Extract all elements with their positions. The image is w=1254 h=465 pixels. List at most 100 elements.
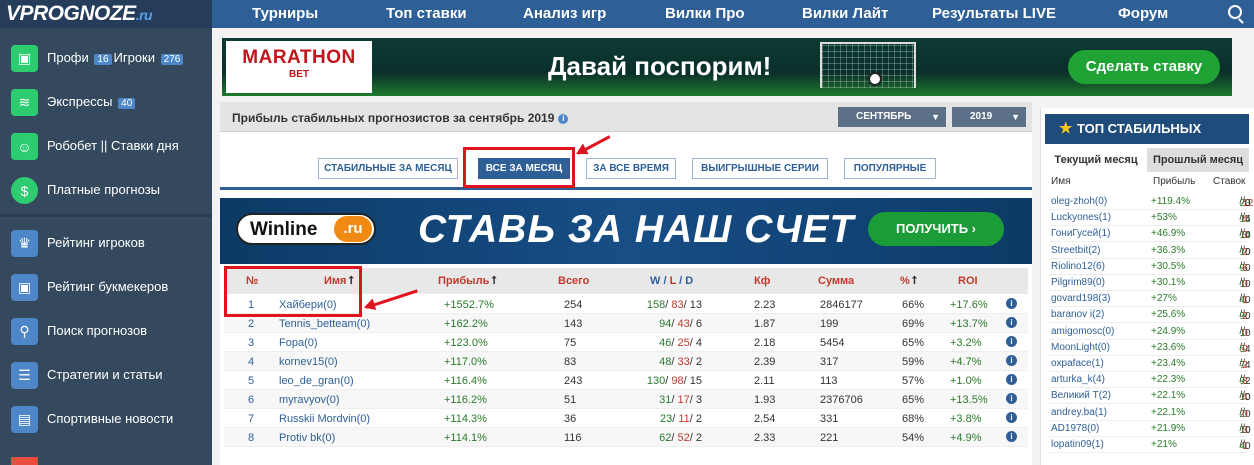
info-icon[interactable]: i xyxy=(1006,431,1017,442)
winline-banner[interactable]: Winline .ru СТАВЬ ЗА НАШ СЧЕТ ПОЛУЧИТЬ › xyxy=(220,198,1032,264)
tab-stable-month[interactable]: СТАБИЛЬНЫЕ ЗА МЕСЯЦ xyxy=(318,158,458,179)
player-link[interactable]: baranov i(2) xyxy=(1051,309,1104,320)
player-link[interactable]: Russkii Mordvin(0) xyxy=(279,413,370,425)
player-link[interactable]: MoonLight(0) xyxy=(1051,342,1110,353)
player-link[interactable]: AD1978(0) xyxy=(1051,423,1099,434)
pro-count-badge: 16 xyxy=(94,54,112,65)
list-item: MoonLight(0) +23.6% 5/0/4 xyxy=(1049,340,1251,356)
sum: 331 xyxy=(820,413,839,425)
info-icon[interactable]: i xyxy=(1006,317,1017,328)
col-wld[interactable]: W / L / D xyxy=(650,275,693,287)
kf: 2.23 xyxy=(754,299,776,311)
info-icon[interactable]: i xyxy=(558,113,569,124)
tab-all-time[interactable]: ЗА ВСЕ ВРЕМЯ xyxy=(586,158,676,179)
tab-popular[interactable]: ПОПУЛЯРНЫЕ xyxy=(844,158,936,179)
sidebar-item-pro[interactable]: ▣ Профи 16 Игроки 276 xyxy=(0,38,212,78)
rank: 8 xyxy=(248,432,255,444)
player-link[interactable]: Великий Т(2) xyxy=(1051,390,1111,401)
highlight-box xyxy=(463,147,575,188)
player-link[interactable]: oxpaface(1) xyxy=(1051,358,1104,369)
info-icon[interactable]: i xyxy=(1006,355,1017,366)
nav-forks-pro[interactable]: Вилки Про xyxy=(665,5,745,22)
wld: 48/ 33/ 2 xyxy=(659,356,702,368)
player-link[interactable]: arturka_k(4) xyxy=(1051,374,1105,385)
nav-forum[interactable]: Форум xyxy=(1118,5,1168,22)
info-icon[interactable]: i xyxy=(1006,393,1017,404)
sidebar-item-bookmaker-rating[interactable]: ▣ Рейтинг букмекеров xyxy=(0,267,212,307)
table-row: 7 Russkii Mordvin(0) +114.3% 36 23/ 11/ 2 2.5… xyxy=(224,409,1028,428)
sidebar-item-express[interactable]: ≋ Экспрессы 40 xyxy=(0,82,212,122)
player-link[interactable]: myravyov(0) xyxy=(279,394,340,406)
site-logo[interactable]: VPROGNOZE.ru xyxy=(0,0,212,28)
bets: 23/12/0 xyxy=(1239,196,1254,209)
profit: +27% xyxy=(1151,293,1177,305)
col-total[interactable]: Всего xyxy=(558,275,589,287)
col-roi[interactable]: ROI xyxy=(958,275,978,287)
nav-tournaments[interactable]: Турниры xyxy=(252,5,318,22)
tab-winning-streaks[interactable]: ВЫИГРЫШНЫЕ СЕРИИ xyxy=(692,158,828,179)
total: 254 xyxy=(564,299,583,311)
list-item: AD1978(0) +21.9% 10/3/0 xyxy=(1049,421,1251,437)
bets: 14/3/0 xyxy=(1239,228,1251,242)
tab-current-month[interactable]: Текущий месяц xyxy=(1045,148,1147,172)
make-bet-button[interactable]: Сделать ставку xyxy=(1068,50,1220,84)
player-link[interactable]: kornev15(0) xyxy=(279,356,338,368)
player-link[interactable]: lopatin09(1) xyxy=(1051,439,1104,450)
kf: 2.11 xyxy=(754,375,775,387)
player-link[interactable]: oleg-zhoh(0) xyxy=(1051,196,1107,207)
sidebar-item-robobet[interactable]: ☺ Робобет || Ставки дня xyxy=(0,126,212,166)
percent: 68% xyxy=(902,413,925,425)
nav-forks-lite[interactable]: Вилки Лайт xyxy=(802,5,888,22)
sidebar-item-strategies[interactable]: ☰ Стратегии и статьи xyxy=(0,355,212,395)
profit: +123.0% xyxy=(444,337,488,349)
player-link[interactable]: andrey.ba(1) xyxy=(1051,407,1107,418)
roi: +17.6% xyxy=(950,299,988,311)
nav-game-analysis[interactable]: Анализ игр xyxy=(523,5,606,22)
wld: 62/ 52/ 2 xyxy=(659,432,702,444)
player-link[interactable]: Pilgrim89(0) xyxy=(1051,277,1105,288)
search-icon[interactable] xyxy=(1228,5,1242,19)
bets: 1/0/0 xyxy=(1239,277,1251,290)
player-link[interactable]: Fopa(0) xyxy=(279,337,318,349)
year-select[interactable]: 2019 ▼ xyxy=(952,107,1026,127)
table-row: 5 leo_de_gran(0) +116.4% 243 130/ 98/ 15 2.11… xyxy=(224,371,1028,390)
sort-icon: ⭡ xyxy=(911,275,917,287)
info-icon[interactable]: i xyxy=(1006,336,1017,347)
sidebar-item-search[interactable]: ⚲ Поиск прогнозов xyxy=(0,311,212,351)
col-kf[interactable]: Кф xyxy=(754,275,770,287)
col-profit[interactable]: Прибыль ⭡ xyxy=(438,275,497,288)
get-bonus-button[interactable]: ПОЛУЧИТЬ › xyxy=(868,212,1004,246)
profit: +21% xyxy=(1151,439,1177,450)
profit: +21.9% xyxy=(1151,422,1186,434)
sidebar-item-paid[interactable]: $ Платные прогнозы xyxy=(0,170,212,210)
roi: +4.9% xyxy=(950,432,982,444)
briefcase-icon: ▣ xyxy=(11,274,38,301)
player-link[interactable]: leo_de_gran(0) xyxy=(279,375,354,387)
profit: +23.6% xyxy=(1151,341,1186,353)
list-item: arturka_k(4) +22.3% 9/3/2 xyxy=(1049,372,1251,389)
col-percent[interactable]: % ⭡ xyxy=(900,275,917,288)
player-link[interactable]: Riolino12(6) xyxy=(1051,261,1105,272)
table-row: 4 kornev15(0) +117.0% 83 48/ 33/ 2 2.39 317 59%… xyxy=(224,352,1028,371)
col-sum[interactable]: Сумма xyxy=(818,275,854,287)
nav-live-results[interactable]: Результаты LIVE xyxy=(932,5,1056,22)
sidebar-item-news[interactable]: ▤ Спортивные новости xyxy=(0,399,212,439)
tab-previous-month[interactable]: Прошлый месяц xyxy=(1147,148,1249,172)
info-icon[interactable]: i xyxy=(1006,298,1017,309)
sidebar-item-player-rating[interactable]: ♛ Рейтинг игроков xyxy=(0,223,212,263)
nav-top-bets[interactable]: Топ ставки xyxy=(386,5,467,22)
player-link[interactable]: govard198(3) xyxy=(1051,293,1110,304)
player-link[interactable]: Streetbit(2) xyxy=(1051,245,1100,256)
marathon-banner[interactable]: MARATHON BET Давай поспорим! Сделать ста… xyxy=(222,38,1232,96)
player-link[interactable]: Tennis_betteam(0) xyxy=(279,318,370,330)
wld: 130/ 98/ 15 xyxy=(646,375,702,387)
month-select[interactable]: СЕНТЯБРЬ ▼ xyxy=(838,107,946,127)
player-link[interactable]: ГониГусей(1) xyxy=(1051,228,1110,239)
percent: 57% xyxy=(902,375,925,387)
player-link[interactable]: Protiv bk(0) xyxy=(279,432,335,444)
info-icon[interactable]: i xyxy=(1006,374,1017,385)
info-icon[interactable]: i xyxy=(1006,412,1017,423)
rank: 4 xyxy=(248,356,255,368)
player-link[interactable]: Luckyones(1) xyxy=(1051,212,1111,223)
player-link[interactable]: amigomosc(0) xyxy=(1051,326,1114,337)
